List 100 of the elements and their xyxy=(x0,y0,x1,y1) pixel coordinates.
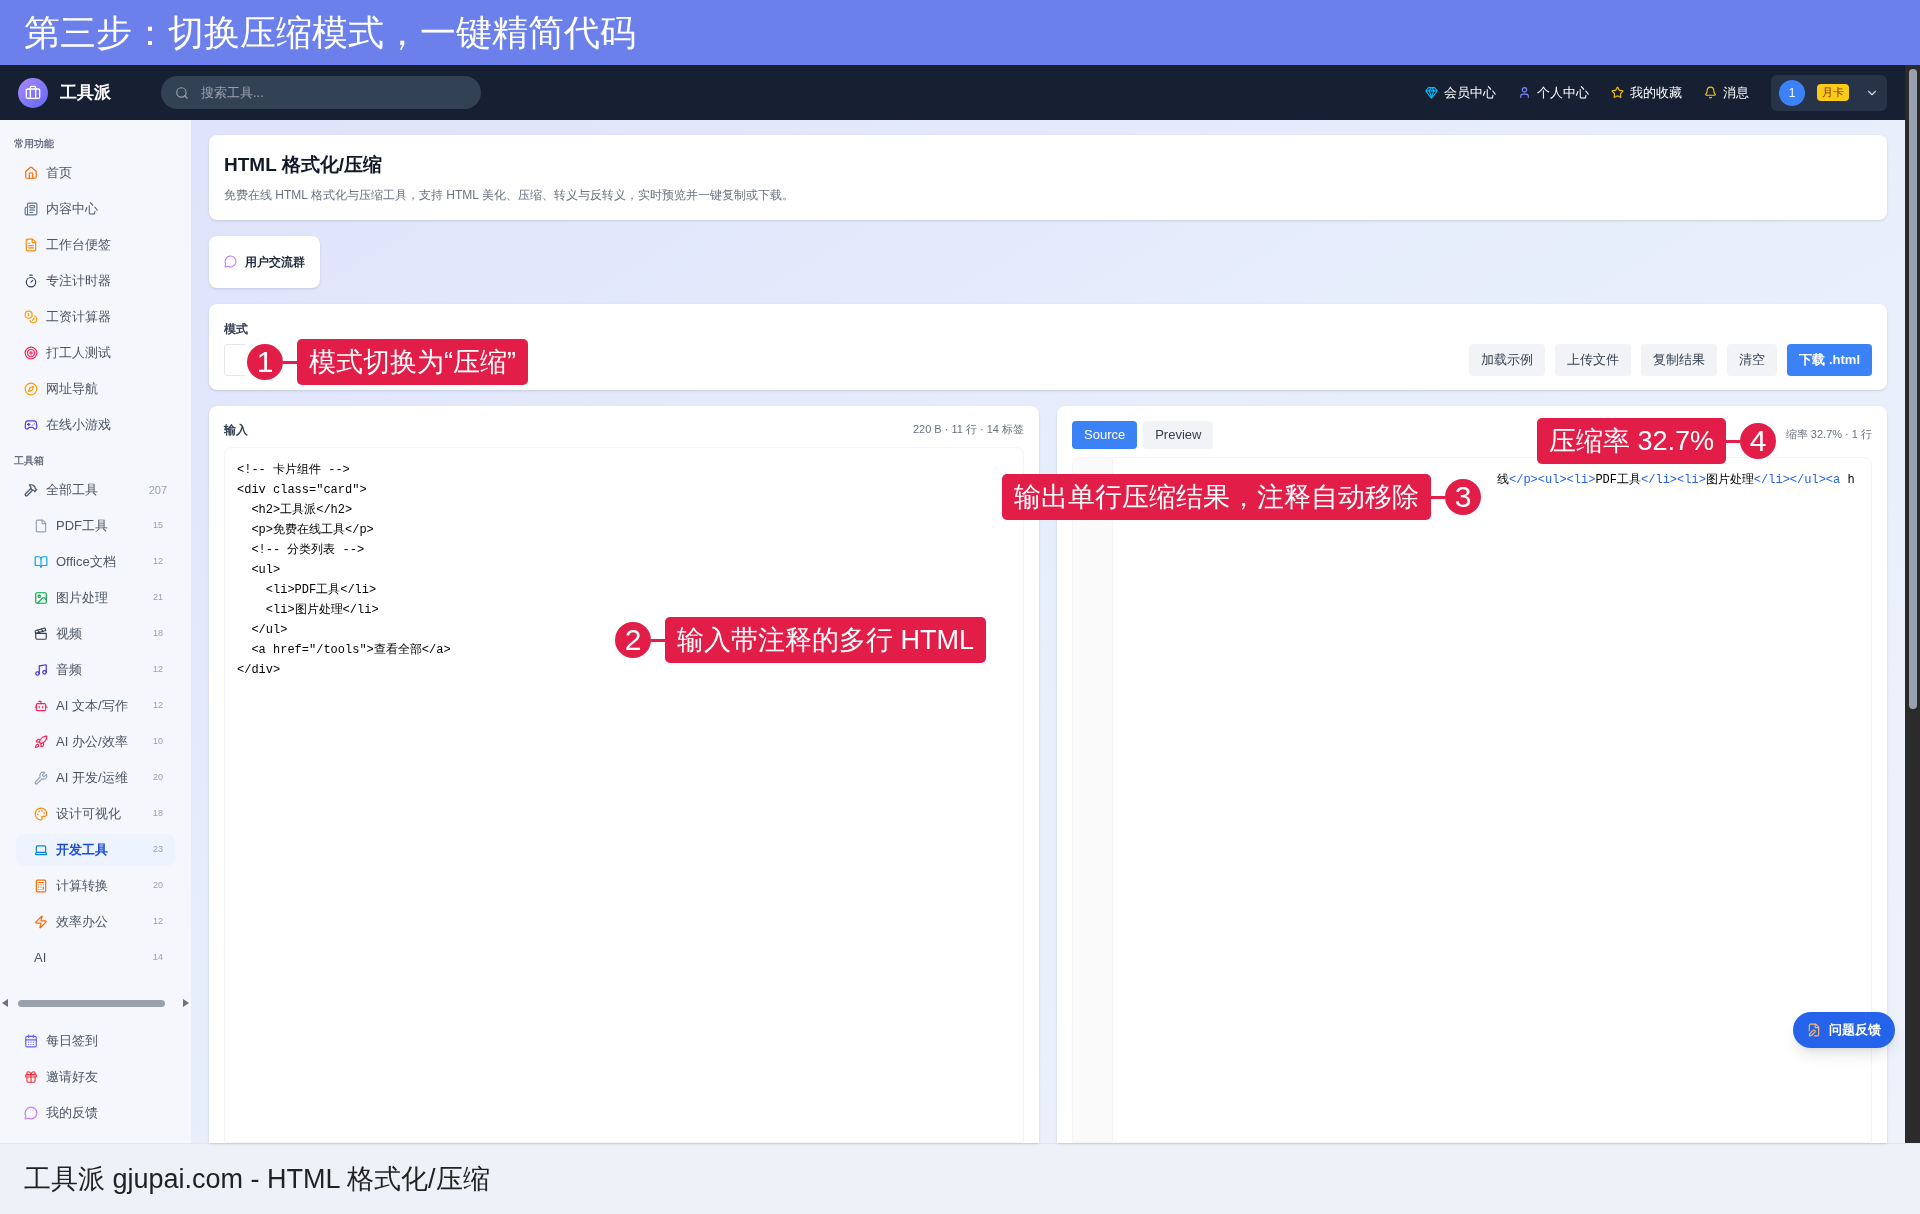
palette-icon xyxy=(34,807,48,821)
bell-icon xyxy=(1704,86,1717,99)
calendar-icon xyxy=(24,1034,38,1048)
clapperboard-icon xyxy=(34,627,48,641)
sidebar-item[interactable]: 在线小游戏 xyxy=(16,409,175,441)
star-icon xyxy=(1611,86,1624,99)
target-icon xyxy=(24,346,38,360)
document-icon xyxy=(34,519,48,533)
action-button[interactable]: 上传文件 xyxy=(1555,343,1632,376)
caption-text: 工具派 gjupai.com - HTML 格式化/压缩 xyxy=(24,1162,490,1196)
sidebar-item[interactable]: 效率办公 12 xyxy=(16,906,175,938)
sidebar-item[interactable]: 网址导航 xyxy=(16,373,175,405)
gamepad-icon xyxy=(24,418,38,432)
nav-link[interactable]: 我的收藏 xyxy=(1611,82,1682,103)
sidebar-item[interactable]: 邀请好友 xyxy=(16,1061,175,1093)
code-line: <div class="card"> xyxy=(237,481,367,499)
newspaper-icon xyxy=(24,202,38,216)
wrench-icon xyxy=(34,771,48,785)
sidebar-item[interactable]: AI 开发/运维 20 xyxy=(16,762,175,794)
sidebar-item[interactable]: 打工人测试 xyxy=(16,337,175,369)
code-line: <a href="/tools">查看全部</a> xyxy=(250,641,451,659)
feedback-button[interactable]: 问题反馈 xyxy=(1793,1012,1895,1048)
search-icon xyxy=(175,86,189,100)
user-icon xyxy=(1518,86,1531,99)
note-icon xyxy=(24,238,38,252)
robot-icon xyxy=(34,699,48,713)
code-line: 线</p><ul><li>PDF工具</li><li>图片处理</li></ul><a h xyxy=(1497,471,1856,489)
speech-bubble-icon xyxy=(24,1106,38,1120)
code-line: <h2>工具派</h2> xyxy=(250,501,353,519)
document-pen-icon xyxy=(1807,1023,1821,1037)
logo-icon xyxy=(18,77,48,108)
search-field[interactable]: 搜索工具... xyxy=(161,76,481,109)
sidebar-item[interactable]: 视频 18 xyxy=(16,618,175,650)
view-tab[interactable]: Source xyxy=(1072,420,1138,449)
user-menu[interactable]: 1 月卡 xyxy=(1771,74,1887,111)
sidebar-item[interactable]: 内容中心 xyxy=(16,193,175,225)
view-tab[interactable]: Preview xyxy=(1143,420,1214,449)
sidebar-item[interactable]: AI 14 xyxy=(16,942,175,974)
sidebar-item[interactable]: Office文档 12 xyxy=(16,546,175,578)
lightning-icon xyxy=(34,915,48,929)
sidebar-item[interactable]: 工作台便签 xyxy=(16,229,175,261)
action-button[interactable]: 加载示例 xyxy=(1469,343,1546,376)
sidebar-item[interactable]: 设计可视化 18 xyxy=(16,798,175,830)
action-button[interactable]: 下载 .html xyxy=(1787,343,1872,376)
music-note-icon xyxy=(34,663,48,677)
code-line: </div> xyxy=(237,661,281,679)
sidebar-item[interactable]: 计算转换 20 xyxy=(16,870,175,902)
speech-bubble-icon xyxy=(224,255,237,268)
sidebar-item[interactable]: 音频 12 xyxy=(16,654,175,686)
sidebar-item[interactable]: 开发工具 23 xyxy=(16,834,175,866)
house-icon xyxy=(24,166,38,180)
callout-label: 输出单行压缩结果，注释自动移除 xyxy=(1002,474,1431,520)
avatar: 1 xyxy=(1779,79,1805,106)
sidebar-item[interactable]: AI 文本/写作 12 xyxy=(16,690,175,722)
tools-icon xyxy=(24,483,38,497)
section-label: 工具箱 xyxy=(14,454,45,468)
nav-link[interactable]: 会员中心 xyxy=(1425,82,1496,103)
nav-link[interactable]: 个人中心 xyxy=(1518,82,1589,103)
action-button[interactable]: 复制结果 xyxy=(1641,343,1718,376)
scroll-left-icon[interactable] xyxy=(2,999,8,1007)
banner-title: 第三步：切换压缩模式，一键精简代码 xyxy=(24,10,636,55)
sidebar-item[interactable]: 我的反馈 xyxy=(16,1097,175,1129)
stopwatch-icon xyxy=(24,274,38,288)
rocket-icon xyxy=(34,735,48,749)
brand-name: 工具派 xyxy=(60,81,112,104)
section-label: 常用功能 xyxy=(14,137,55,151)
page-title: HTML 格式化/压缩 xyxy=(224,153,383,177)
code-line: <li>PDF工具</li> xyxy=(264,581,377,599)
code-line: <!-- 分类列表 --> xyxy=(250,541,365,559)
callout-label: 压缩率 32.7% xyxy=(1537,418,1727,464)
sidebar-item[interactable]: PDF工具 15 xyxy=(16,510,175,542)
window-scrollbar[interactable] xyxy=(1905,65,1920,1143)
sidebar-item[interactable]: 每日签到 xyxy=(16,1025,175,1057)
group-chat-button[interactable]: 用户交流群 xyxy=(209,235,320,288)
sidebar-item[interactable]: 首页 xyxy=(16,157,175,189)
input-stats: 220 B · 11 行 · 14 标签 xyxy=(912,422,1024,438)
gem-icon xyxy=(1425,86,1438,99)
sidebar-item[interactable]: 专注计时器 xyxy=(16,265,175,297)
sidebar-item[interactable]: 工资计算器 xyxy=(16,301,175,333)
action-button[interactable]: 清空 xyxy=(1727,343,1778,376)
membership-badge: 月卡 xyxy=(1817,84,1849,101)
nav-link[interactable]: 消息 xyxy=(1704,82,1749,103)
code-line: <li>图片处理</li> xyxy=(264,601,379,619)
panel-title: 输入 xyxy=(224,421,248,439)
sidebar-item[interactable]: 图片处理 21 xyxy=(16,582,175,614)
gift-icon xyxy=(24,1070,38,1084)
callout-label: 输入带注释的多行 HTML xyxy=(665,617,986,663)
horizontal-scrollbar[interactable] xyxy=(2,999,189,1007)
code-line: <!-- 卡片组件 --> xyxy=(237,461,350,479)
sidebar-item[interactable]: AI 办公/效率 10 xyxy=(16,726,175,758)
sidebar-item[interactable]: 全部工具 207 xyxy=(16,474,175,506)
mode-label: 模式 xyxy=(224,320,249,338)
picture-icon xyxy=(34,591,48,605)
code-line: <ul> xyxy=(250,561,281,579)
callout-label: 模式切换为“压缩” xyxy=(297,339,528,385)
compass-icon xyxy=(24,382,38,396)
code-line: </ul> xyxy=(250,621,288,639)
output-stats: 缩率 32.7% · 1 行 xyxy=(1785,427,1872,443)
page-description: 免费在线 HTML 格式化与压缩工具，支持 HTML 美化、压缩、转义与反转义，实时预览并一键复制或下载。 xyxy=(224,186,795,204)
scroll-right-icon[interactable] xyxy=(183,999,189,1007)
